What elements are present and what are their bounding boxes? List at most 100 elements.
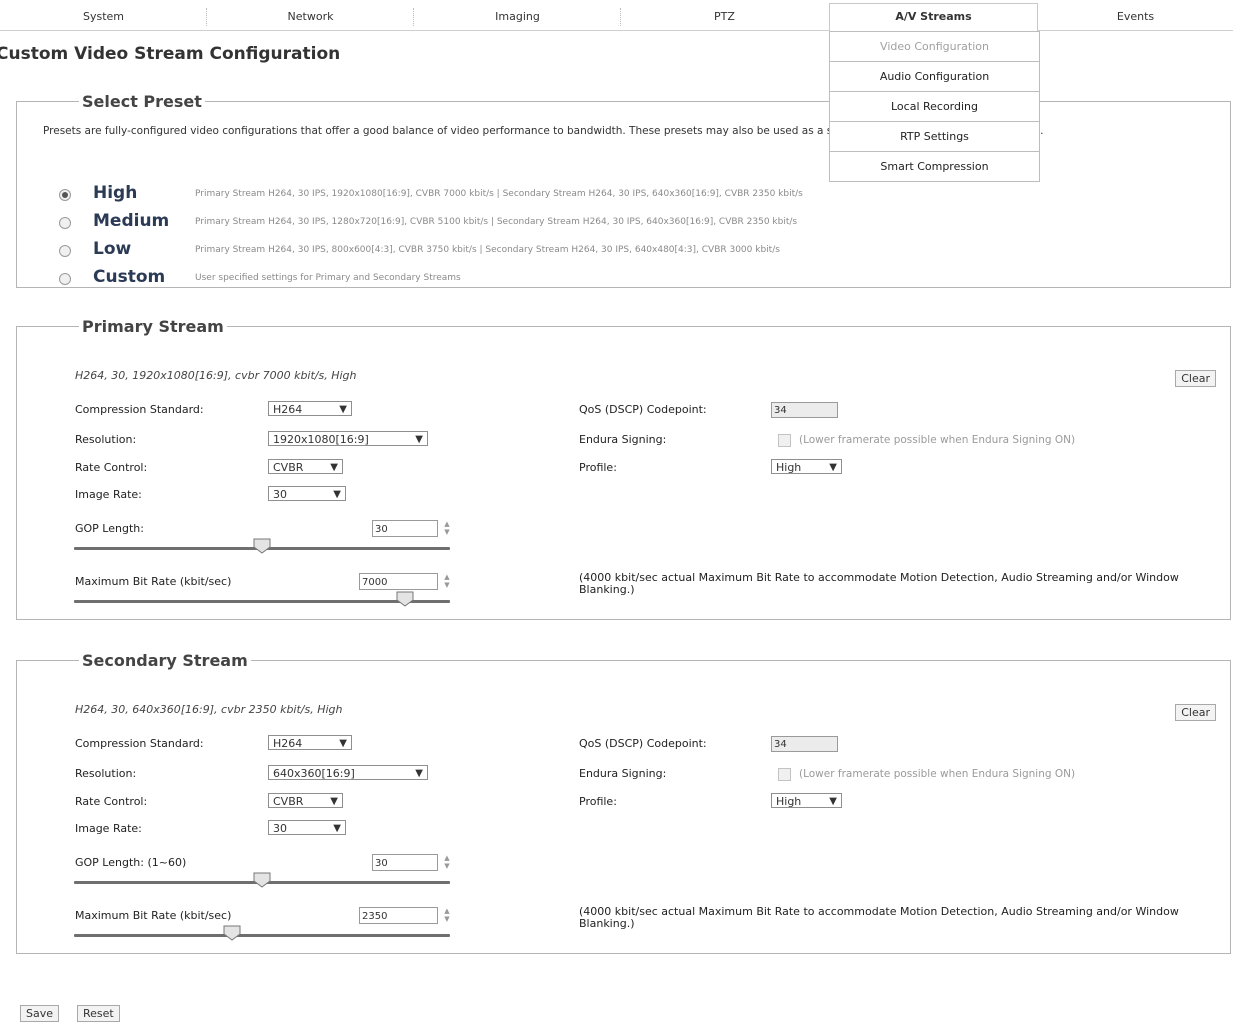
preset-high-desc: Primary Stream H264, 30 IPS, 1920x1080[1… xyxy=(195,189,803,199)
secondary-resolution-label: Resolution: xyxy=(75,767,137,780)
chevron-down-icon: ▼ xyxy=(415,434,423,445)
secondary-rate-control-select[interactable]: CVBR ▼ xyxy=(268,793,343,808)
menu-item-video-configuration[interactable]: Video Configuration xyxy=(830,32,1039,62)
secondary-profile-value: High xyxy=(776,795,802,808)
preset-custom-desc: User specified settings for Primary and … xyxy=(195,273,461,283)
primary-gop-slider-thumb[interactable] xyxy=(253,538,271,554)
primary-qos-label: QoS (DSCP) Codepoint: xyxy=(579,403,707,416)
preset-low-radio[interactable] xyxy=(59,245,71,257)
chevron-down-icon: ▼ xyxy=(339,404,347,415)
primary-profile-value: High xyxy=(776,461,802,474)
secondary-bitrate-spinner-icon[interactable]: ▲ ▼ xyxy=(443,907,451,923)
secondary-bitrate-slider-track[interactable] xyxy=(74,934,450,937)
secondary-endura-label: Endura Signing: xyxy=(579,767,667,780)
primary-endura-label: Endura Signing: xyxy=(579,433,667,446)
secondary-compression-select[interactable]: H264 ▼ xyxy=(268,735,352,750)
menu-item-local-recording[interactable]: Local Recording xyxy=(830,92,1039,122)
primary-rate-control-label: Rate Control: xyxy=(75,461,148,474)
secondary-profile-select[interactable]: High ▼ xyxy=(771,793,842,808)
secondary-gop-slider-thumb[interactable] xyxy=(253,872,271,888)
primary-image-rate-label: Image Rate: xyxy=(75,488,142,501)
primary-bitrate-spinner-icon[interactable]: ▲ ▼ xyxy=(443,573,451,589)
primary-rate-control-value: CVBR xyxy=(273,461,304,474)
secondary-qos-input[interactable]: 34 xyxy=(771,736,838,752)
secondary-gop-spinner-icon[interactable]: ▲ ▼ xyxy=(443,854,451,870)
primary-endura-note: (Lower framerate possible when Endura Si… xyxy=(799,434,1076,446)
secondary-qos-label: QoS (DSCP) Codepoint: xyxy=(579,737,707,750)
preset-medium-label: Medium xyxy=(93,211,170,231)
preset-custom-label: Custom xyxy=(93,267,166,287)
primary-compression-value: H264 xyxy=(273,403,303,416)
chevron-down-icon: ▼ xyxy=(829,462,837,473)
tab-network[interactable]: Network xyxy=(207,4,414,30)
primary-resolution-select[interactable]: 1920x1080[16:9] ▼ xyxy=(268,431,428,446)
primary-resolution-label: Resolution: xyxy=(75,433,137,446)
primary-bitrate-input[interactable]: 7000 xyxy=(359,573,438,590)
primary-rate-control-select[interactable]: CVBR ▼ xyxy=(268,459,343,474)
secondary-gop-input[interactable]: 30 xyxy=(372,854,438,871)
page-title: Custom Video Stream Configuration xyxy=(0,44,341,64)
chevron-down-icon: ▼ xyxy=(333,823,341,834)
secondary-image-rate-value: 30 xyxy=(273,822,287,835)
preset-medium-radio[interactable] xyxy=(59,217,71,229)
secondary-profile-label: Profile: xyxy=(579,795,617,808)
primary-qos-input[interactable]: 34 xyxy=(771,402,838,418)
primary-profile-select[interactable]: High ▼ xyxy=(771,459,842,474)
secondary-rate-control-label: Rate Control: xyxy=(75,795,148,808)
primary-bitrate-slider-thumb[interactable] xyxy=(396,591,414,607)
tab-events[interactable]: Events xyxy=(1038,4,1233,30)
secondary-bitrate-note: (4000 kbit/sec actual Maximum Bit Rate t… xyxy=(579,905,1179,930)
secondary-gop-label: GOP Length: (1~60) xyxy=(75,856,187,869)
secondary-endura-checkbox[interactable] xyxy=(778,768,791,781)
secondary-image-rate-label: Image Rate: xyxy=(75,822,142,835)
chevron-down-icon: ▼ xyxy=(333,489,341,500)
preset-description: Presets are fully-configured video confi… xyxy=(43,125,1044,137)
secondary-compression-label: Compression Standard: xyxy=(75,737,204,750)
primary-bitrate-label: Maximum Bit Rate (kbit/sec) xyxy=(75,575,232,588)
chevron-down-icon: ▼ xyxy=(339,738,347,749)
primary-gop-spinner-icon[interactable]: ▲ ▼ xyxy=(443,520,451,536)
primary-compression-select[interactable]: H264 ▼ xyxy=(268,401,352,416)
menu-item-audio-configuration[interactable]: Audio Configuration xyxy=(830,62,1039,92)
reset-button[interactable]: Reset xyxy=(77,1005,120,1022)
secondary-bitrate-input[interactable]: 2350 xyxy=(359,907,438,924)
preset-high-label: High xyxy=(93,183,138,203)
primary-stream-panel: Primary Stream H264, 30, 1920x1080[16:9]… xyxy=(16,317,1231,620)
primary-endura-checkbox[interactable] xyxy=(778,434,791,447)
primary-stream-legend: Primary Stream xyxy=(82,317,224,336)
secondary-rate-control-value: CVBR xyxy=(273,795,304,808)
tab-av-streams[interactable]: A/V Streams xyxy=(829,3,1038,31)
save-button[interactable]: Save xyxy=(20,1005,60,1022)
select-preset-panel: Select Preset Presets are fully-configur… xyxy=(16,92,1231,288)
primary-image-rate-value: 30 xyxy=(273,488,287,501)
menu-item-smart-compression[interactable]: Smart Compression xyxy=(830,152,1039,181)
chevron-down-icon: ▼ xyxy=(330,462,338,473)
preset-medium-desc: Primary Stream H264, 30 IPS, 1280x720[16… xyxy=(195,217,798,227)
primary-image-rate-select[interactable]: 30 ▼ xyxy=(268,486,346,501)
secondary-summary: H264, 30, 640x360[16:9], cvbr 2350 kbit/… xyxy=(75,703,343,716)
primary-compression-label: Compression Standard: xyxy=(75,403,204,416)
top-navigation: System Network Imaging PTZ A/V Streams E… xyxy=(0,3,1233,31)
primary-bitrate-note: (4000 kbit/sec actual Maximum Bit Rate t… xyxy=(579,571,1179,596)
primary-clear-button[interactable]: Clear xyxy=(1175,370,1216,387)
secondary-compression-value: H264 xyxy=(273,737,303,750)
tab-system[interactable]: System xyxy=(0,4,207,30)
secondary-image-rate-select[interactable]: 30 ▼ xyxy=(268,820,346,835)
secondary-bitrate-label: Maximum Bit Rate (kbit/sec) xyxy=(75,909,232,922)
secondary-stream-legend: Secondary Stream xyxy=(82,651,248,670)
primary-resolution-value: 1920x1080[16:9] xyxy=(273,433,369,446)
primary-bitrate-slider-track[interactable] xyxy=(74,600,450,603)
primary-profile-label: Profile: xyxy=(579,461,617,474)
secondary-resolution-select[interactable]: 640x360[16:9] ▼ xyxy=(268,765,428,780)
secondary-bitrate-slider-thumb[interactable] xyxy=(223,925,241,941)
preset-custom-radio[interactable] xyxy=(59,273,71,285)
tab-ptz[interactable]: PTZ xyxy=(621,4,828,30)
chevron-down-icon: ▼ xyxy=(829,796,837,807)
chevron-down-icon: ▼ xyxy=(330,796,338,807)
primary-gop-label: GOP Length: xyxy=(75,522,144,535)
preset-high-radio[interactable] xyxy=(59,189,71,201)
tab-imaging[interactable]: Imaging xyxy=(414,4,621,30)
primary-gop-input[interactable]: 30 xyxy=(372,520,438,537)
menu-item-rtp-settings[interactable]: RTP Settings xyxy=(830,122,1039,152)
secondary-clear-button[interactable]: Clear xyxy=(1175,704,1216,721)
